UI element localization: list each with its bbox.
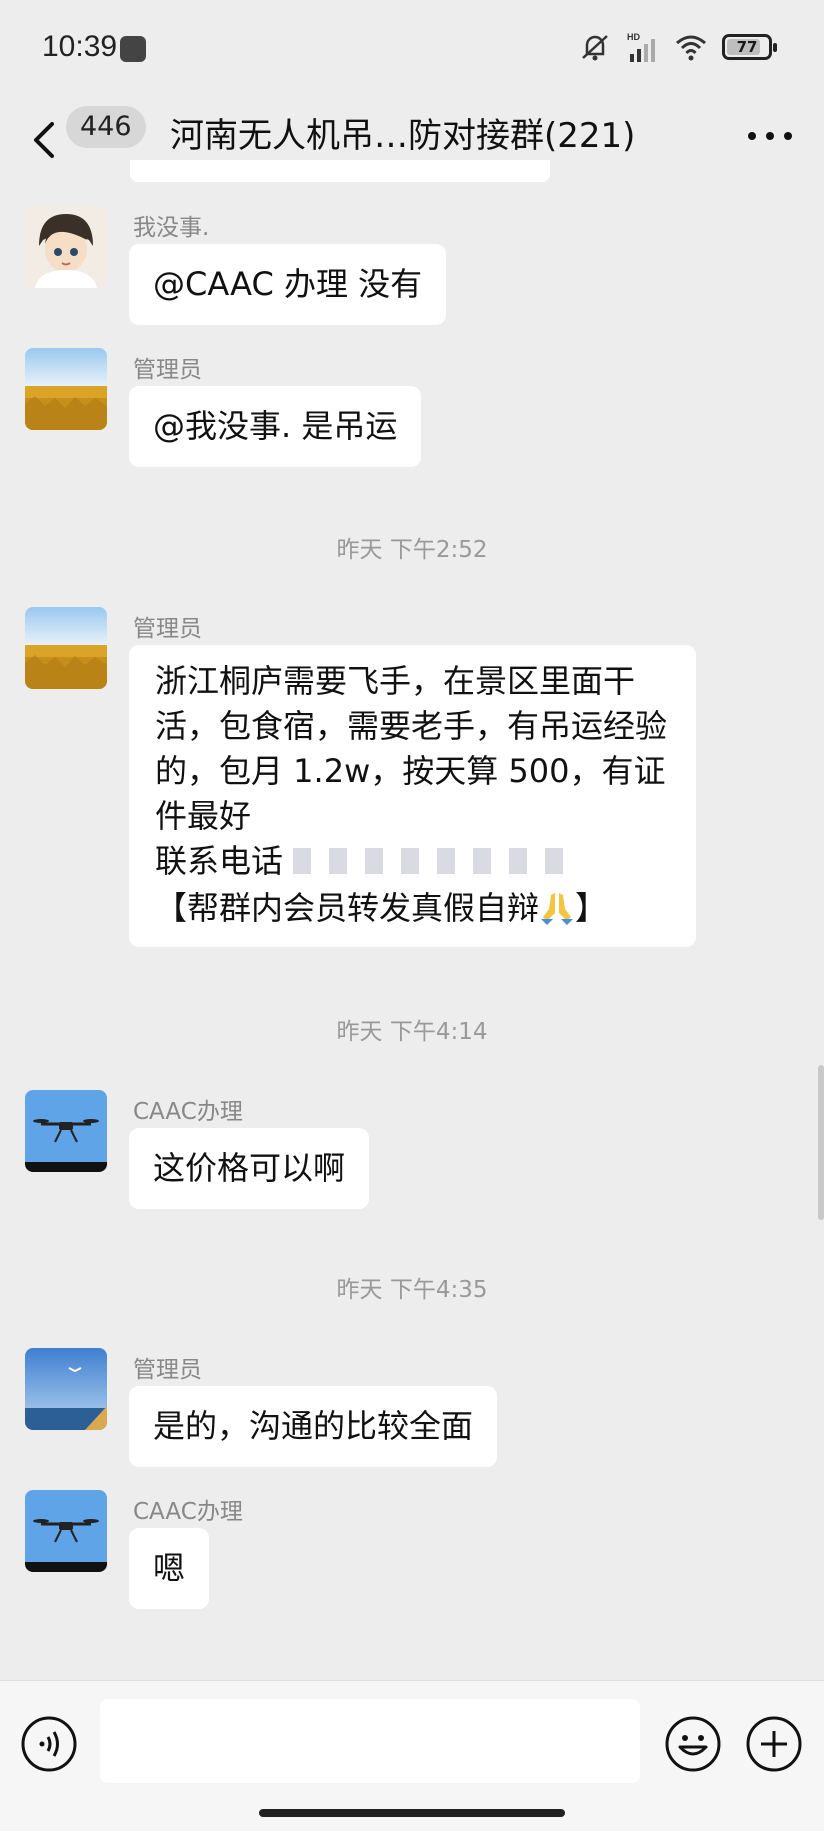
praying-hands-emoji-icon bbox=[541, 892, 574, 925]
sender-name: 管理员 bbox=[133, 1357, 202, 1383]
message-text-line: 浙江桐庐需要飞手，在景区里面干活，包食宿，需要老手，有吊运经验的，包月 1.2w… bbox=[155, 662, 668, 835]
status-time: 10:39 bbox=[42, 30, 118, 63]
message-text-line: 联系电话 bbox=[155, 839, 672, 886]
avatar[interactable] bbox=[25, 206, 107, 288]
sender-name: CAAC办理 bbox=[133, 1099, 243, 1125]
input-bar bbox=[0, 1680, 824, 1831]
previous-message-bubble bbox=[130, 160, 550, 182]
emoji-icon[interactable] bbox=[664, 1715, 722, 1773]
unread-count-badge[interactable]: 446 bbox=[66, 106, 146, 148]
message-bubble[interactable]: @我没事. 是吊运 bbox=[129, 386, 422, 467]
avatar[interactable] bbox=[25, 348, 107, 430]
message-text-line: 【帮群内会员转发真假自辩 】 bbox=[155, 886, 672, 931]
sender-name: 管理员 bbox=[133, 616, 202, 642]
app-notification-icon bbox=[120, 36, 146, 62]
message-text: 】 bbox=[575, 888, 608, 927]
message-text: 【帮群内会员转发真假自辩 bbox=[155, 888, 540, 927]
wifi-icon bbox=[676, 35, 706, 61]
message-bubble[interactable]: 嗯 bbox=[129, 1528, 210, 1609]
hd-signal-icon: HD bbox=[627, 32, 655, 62]
home-indicator[interactable] bbox=[259, 1809, 565, 1817]
message-bubble[interactable]: 这价格可以啊 bbox=[129, 1128, 370, 1209]
avatar[interactable] bbox=[25, 1348, 107, 1430]
avatar[interactable] bbox=[25, 607, 107, 689]
more-options-icon[interactable] bbox=[748, 132, 792, 146]
sender-name: 管理员 bbox=[133, 357, 202, 383]
voice-input-icon[interactable] bbox=[20, 1715, 78, 1773]
message-timestamp: 昨天 下午2:52 bbox=[336, 537, 488, 563]
back-arrow-icon[interactable] bbox=[30, 118, 60, 162]
scrollbar[interactable] bbox=[818, 1065, 824, 1220]
message-timestamp: 昨天 下午4:14 bbox=[336, 1019, 488, 1045]
message-bubble[interactable]: 浙江桐庐需要飞手，在景区里面干活，包食宿，需要老手，有吊运经验的，包月 1.2w… bbox=[129, 645, 696, 947]
message-bubble[interactable]: 是的，沟通的比较全面 bbox=[129, 1386, 498, 1467]
message-input[interactable] bbox=[100, 1699, 640, 1783]
svg-text:HD: HD bbox=[627, 32, 640, 42]
message-timestamp: 昨天 下午4:35 bbox=[336, 1277, 488, 1303]
avatar[interactable] bbox=[25, 1090, 107, 1172]
message-text: 联系电话 bbox=[155, 842, 284, 880]
status-bar: 10:39 HD 77 bbox=[0, 0, 824, 96]
battery-icon: 77 bbox=[722, 34, 777, 60]
mute-icon bbox=[582, 35, 608, 61]
chat-title: 河南无人机吊…防对接群(221) bbox=[170, 116, 636, 156]
redacted-phone-number bbox=[293, 841, 581, 886]
message-list[interactable]: 我没事. @CAAC 办理 没有 管理员 @我没事. 是吊运 昨天 下午2:52 bbox=[0, 160, 824, 1680]
avatar[interactable] bbox=[25, 1490, 107, 1572]
status-icons: HD 77 bbox=[578, 30, 777, 64]
plus-icon[interactable] bbox=[745, 1715, 803, 1773]
message-bubble[interactable]: @CAAC 办理 没有 bbox=[129, 244, 447, 325]
sender-name: CAAC办理 bbox=[133, 1499, 243, 1525]
sender-name: 我没事. bbox=[133, 215, 210, 241]
